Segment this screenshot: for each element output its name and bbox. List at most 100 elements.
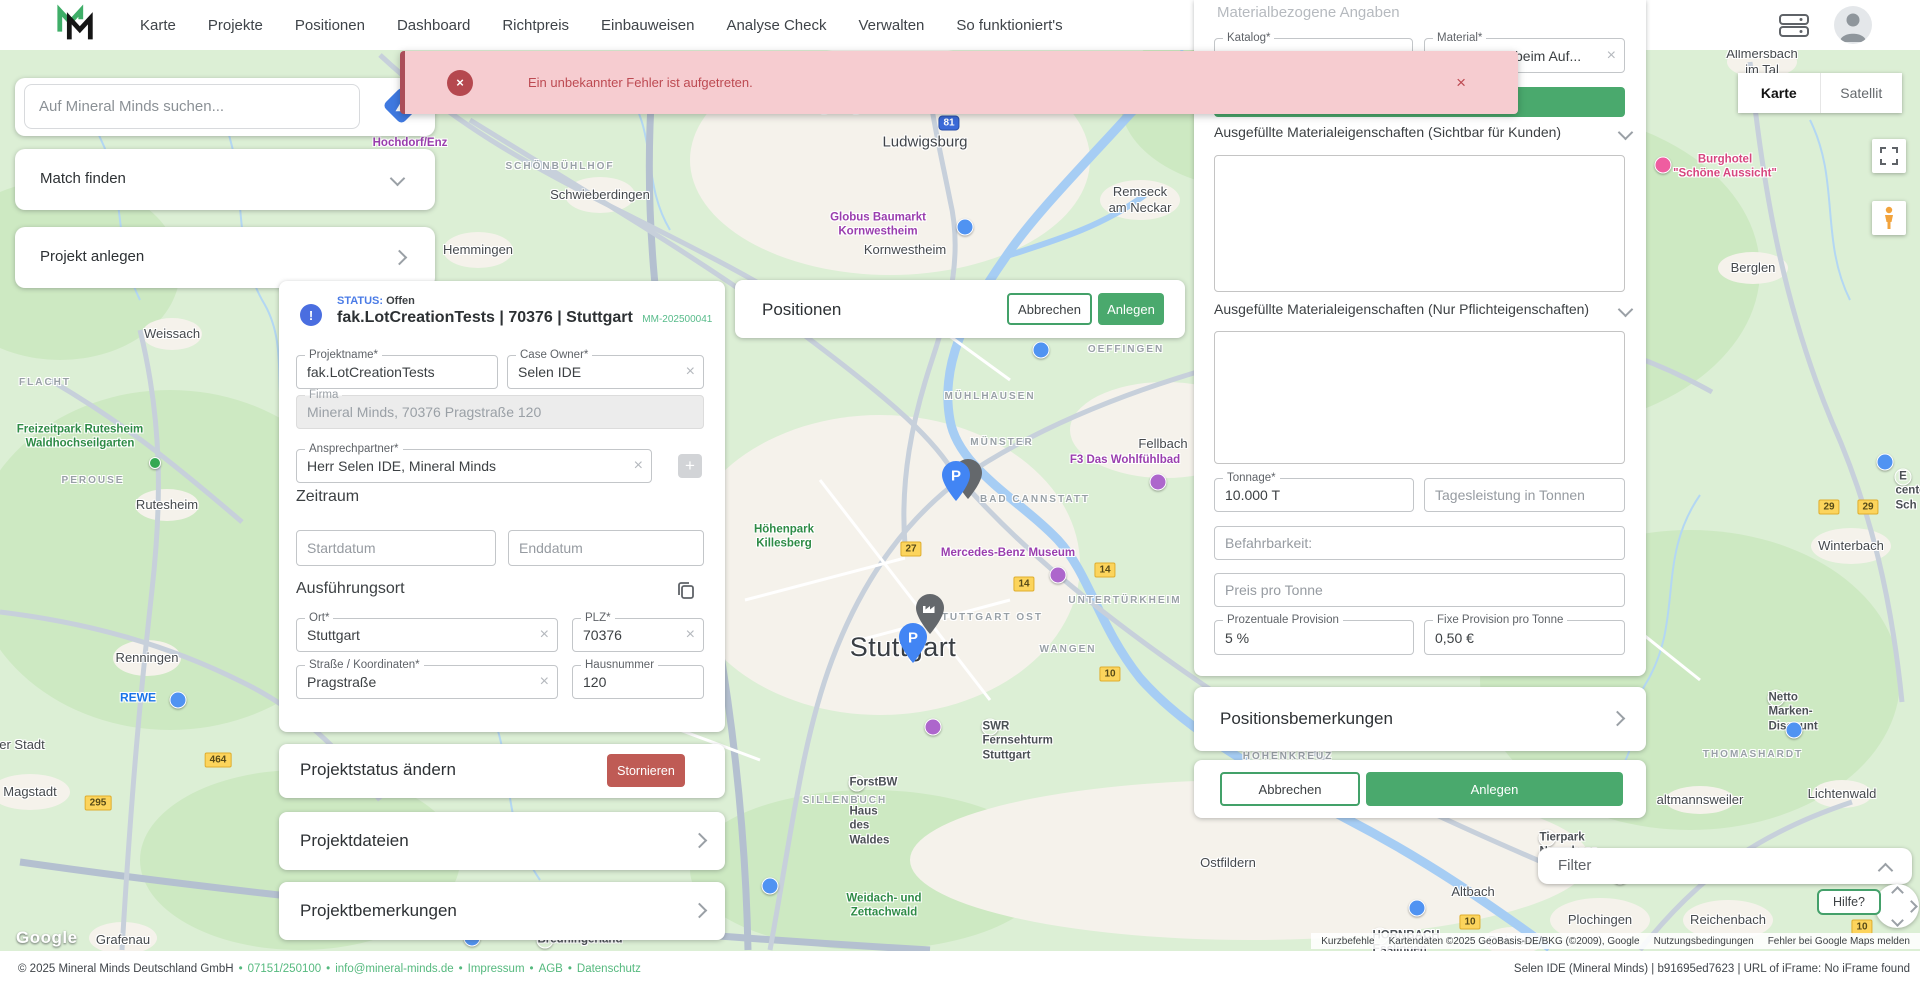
map-poi-icon[interactable] (1033, 342, 1050, 359)
hausnummer-field[interactable]: Hausnummer 120 (572, 665, 704, 699)
error-close-icon[interactable]: × (1456, 73, 1466, 93)
hilfe-button[interactable]: Hilfe? (1817, 889, 1881, 915)
plz-field[interactable]: PLZ* 70376 × (572, 618, 704, 652)
nav-so-funktionierts[interactable]: So funktioniert's (956, 17, 1062, 34)
clear-icon[interactable]: × (686, 627, 695, 643)
map-poi-icon[interactable] (1655, 157, 1672, 174)
material-abbrechen-button[interactable]: Abbrechen (1220, 772, 1360, 806)
footer-datenschutz-link[interactable]: Datenschutz (577, 963, 641, 975)
footer-agb-link[interactable]: AGB (539, 963, 563, 975)
user-avatar[interactable] (1834, 6, 1872, 44)
chevron-down-icon[interactable] (1618, 302, 1634, 318)
mineral-minds-logo[interactable] (55, 4, 97, 46)
road-shield: 464 (205, 753, 232, 768)
nav-verwalten[interactable]: Verwalten (859, 17, 925, 34)
chevron-down-icon[interactable] (1618, 125, 1634, 141)
projektdateien-panel[interactable]: Projektdateien (279, 812, 725, 870)
map-poi-icon[interactable] (1786, 722, 1803, 739)
attribution-kurzbefehle[interactable]: Kurzbefehle (1321, 936, 1374, 947)
clear-icon[interactable]: × (686, 364, 695, 380)
prozentuale-provision-field[interactable]: Prozentuale Provision 5 % (1214, 620, 1414, 655)
project-detail-panel: ! STATUS: Offen fak.LotCreationTests | 7… (279, 281, 725, 732)
map-poi-icon[interactable] (1050, 567, 1067, 584)
pegman-button[interactable] (1872, 201, 1906, 235)
attribution-terms-link[interactable]: Nutzungsbedingungen (1654, 936, 1754, 947)
map-poi-icon[interactable] (170, 692, 187, 709)
positionen-abbrechen-button[interactable]: Abbrechen (1007, 293, 1092, 325)
map-type-satellit[interactable]: Satellit (1820, 73, 1903, 113)
strasse-field[interactable]: Straße / Koordinaten* Pragstraße × (296, 665, 558, 699)
visible-properties-box[interactable] (1214, 155, 1625, 292)
case-owner-field[interactable]: Case Owner* Selen IDE × (507, 355, 704, 389)
map-poi-icon[interactable] (149, 457, 161, 469)
field-placeholder: Tagesleistung in Tonnen (1435, 487, 1585, 503)
search-input[interactable] (24, 84, 360, 129)
filter-bar[interactable]: Filter (1538, 848, 1912, 884)
ansprechpartner-field[interactable]: Ansprechpartner* Herr Selen IDE, Mineral… (296, 449, 652, 483)
clear-icon[interactable]: × (540, 627, 549, 643)
map-label: Kornwestheim (864, 242, 946, 258)
chevron-right-icon[interactable] (392, 250, 408, 266)
projektbemerkungen-panel[interactable]: Projektbemerkungen (279, 882, 725, 940)
projekt-anlegen-panel[interactable]: Projekt anlegen (15, 227, 435, 288)
chevron-right-icon[interactable] (692, 903, 708, 919)
nav-analyse-check[interactable]: Analyse Check (726, 17, 826, 34)
befahrbarkeit-field[interactable]: Befahrbarkeit: (1214, 526, 1625, 560)
attribution-report-link[interactable]: Fehler bei Google Maps melden (1768, 936, 1910, 947)
map-poi-icon[interactable] (1150, 474, 1167, 491)
clear-icon[interactable]: × (634, 458, 643, 474)
clear-icon[interactable]: × (1607, 48, 1616, 64)
required-properties-box[interactable] (1214, 331, 1625, 464)
map-type-karte[interactable]: Karte (1738, 73, 1820, 113)
projektname-field[interactable]: Projektname* fak.LotCreationTests (296, 355, 498, 389)
nav-positionen[interactable]: Positionen (295, 17, 365, 34)
pan-control[interactable] (1875, 884, 1919, 928)
preis-pro-tonne-field[interactable]: Preis pro Tonne (1214, 573, 1625, 607)
positionen-anlegen-button[interactable]: Anlegen (1098, 293, 1164, 325)
projektstatus-label: Projektstatus ändern (300, 760, 456, 780)
nav-projekte[interactable]: Projekte (208, 17, 263, 34)
map-label: F3 Das Wohlfühlbad (1070, 453, 1180, 467)
map-poi-icon[interactable] (925, 719, 942, 736)
fullscreen-button[interactable] (1872, 139, 1906, 173)
stornieren-button[interactable]: Stornieren (607, 754, 685, 787)
map-pin-p[interactable]: P (941, 460, 971, 507)
enddatum-field[interactable]: Enddatum (508, 530, 704, 566)
ausfuehrungsort-heading: Ausführungsort (296, 580, 405, 598)
footer-impressum-link[interactable]: Impressum (468, 963, 525, 975)
footer-email-link[interactable]: info@mineral-minds.de (335, 963, 453, 975)
add-contact-button[interactable]: + (678, 454, 702, 478)
pan-down-icon[interactable] (1891, 914, 1904, 927)
pan-up-icon[interactable] (1891, 886, 1904, 899)
map-label: Reichenbach (1690, 912, 1766, 928)
map-poi-icon[interactable] (957, 219, 974, 236)
match-finden-panel[interactable]: Match finden (15, 149, 435, 210)
map-poi-icon[interactable] (762, 878, 779, 895)
tonnage-field[interactable]: Tonnage* 10.000 T (1214, 478, 1414, 512)
startdatum-field[interactable]: Startdatum (296, 530, 496, 566)
chevron-right-icon[interactable] (692, 833, 708, 849)
chevron-down-icon[interactable] (390, 171, 406, 187)
nav-richtpreis[interactable]: Richtpreis (502, 17, 569, 34)
pan-right-icon[interactable] (1905, 900, 1918, 913)
nav-karte[interactable]: Karte (140, 17, 176, 34)
copy-icon[interactable] (676, 580, 696, 600)
material-anlegen-button[interactable]: Anlegen (1366, 772, 1623, 806)
chevron-up-icon[interactable] (1878, 863, 1894, 879)
field-value: Selen IDE (518, 364, 581, 380)
ort-field[interactable]: Ort* Stuttgart × (296, 618, 558, 652)
footer-phone-link[interactable]: 07151/250100 (248, 963, 322, 975)
fixe-provision-field[interactable]: Fixe Provision pro Tonne 0,50 € (1424, 620, 1625, 655)
keyboard-icon[interactable] (1776, 12, 1812, 38)
positionsbemerkungen-panel[interactable]: Positionsbemerkungen (1194, 687, 1646, 751)
nav-dashboard[interactable]: Dashboard (397, 17, 470, 34)
chevron-right-icon[interactable] (1610, 711, 1626, 727)
nav-einbauweisen[interactable]: Einbauweisen (601, 17, 694, 34)
map-label: WANGEN (1040, 644, 1097, 657)
map-label: Freizeitpark Rutesheim Waldhochseilgarte… (17, 423, 144, 452)
tagesleistung-field[interactable]: Tagesleistung in Tonnen (1424, 478, 1625, 512)
clear-icon[interactable]: × (540, 674, 549, 690)
map-poi-icon[interactable] (1409, 900, 1426, 917)
map-poi-icon[interactable] (1877, 454, 1894, 471)
map-pin-p[interactable]: P (898, 622, 928, 669)
